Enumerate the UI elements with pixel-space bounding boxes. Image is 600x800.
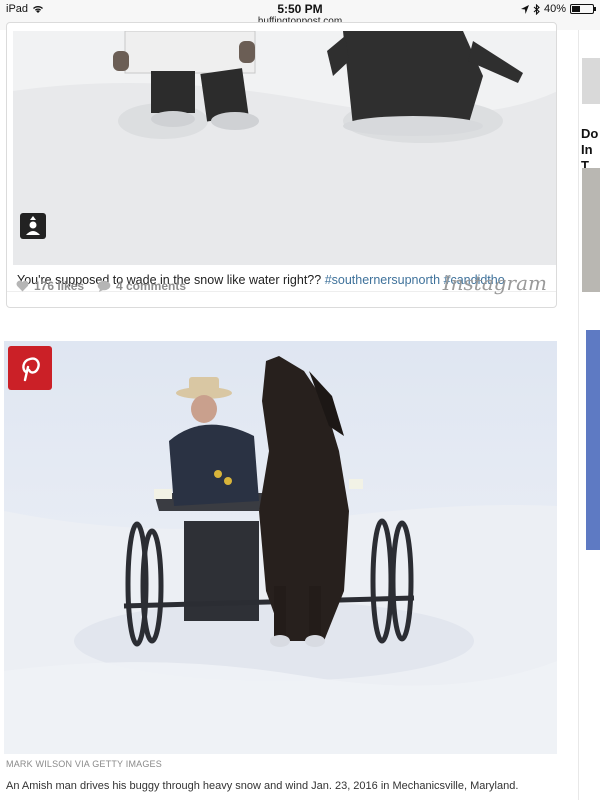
status-right: 40% [520, 3, 596, 15]
rail-divider [578, 30, 579, 800]
bluetooth-icon [533, 3, 540, 15]
battery-percent: 40% [543, 3, 566, 15]
instagram-logo[interactable]: Instagram [443, 271, 547, 295]
comment-icon [97, 280, 111, 292]
article-photo[interactable] [4, 341, 557, 754]
battery-icon [570, 4, 596, 14]
comments-count[interactable]: 4 comments [97, 279, 186, 293]
battery-level [572, 6, 580, 12]
likes-label: 176 likes [34, 279, 85, 293]
rail-ad[interactable] [586, 330, 600, 550]
comments-label: 4 comments [116, 279, 187, 293]
rail-thumbnail[interactable] [582, 58, 600, 104]
photo-caption: An Amish man drives his buggy through he… [6, 780, 519, 792]
instagram-embed-card[interactable]: You're supposed to wade in the snow like… [6, 22, 557, 308]
likes-count[interactable]: 176 likes [16, 279, 84, 293]
pinterest-icon [22, 357, 40, 382]
instagram-photo[interactable] [13, 31, 556, 265]
rail-headline[interactable]: Do In T [581, 126, 600, 174]
rail-thumbnail[interactable] [582, 168, 600, 292]
instagram-caption: You're supposed to wade in the snow like… [17, 273, 505, 287]
user-tag-icon[interactable] [20, 213, 46, 239]
location-arrow-icon [520, 4, 529, 14]
photo-credit: MARK WILSON VIA GETTY IMAGES [6, 759, 162, 769]
clock: 5:50 PM [277, 2, 323, 16]
heart-icon [16, 280, 29, 292]
pinterest-save-button[interactable] [8, 346, 52, 390]
rail-headline-text: Do In T [581, 126, 599, 173]
